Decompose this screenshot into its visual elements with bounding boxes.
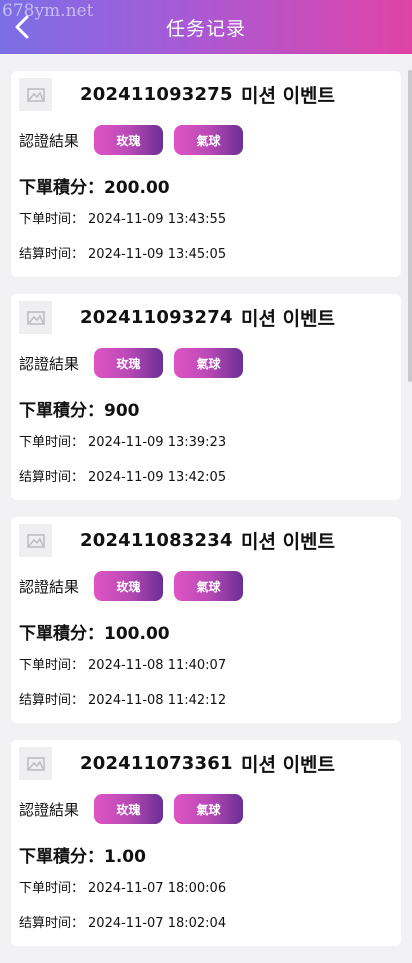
settle-time-line: 结算时间： 2024-11-09 13:45:05 xyxy=(19,243,226,262)
image-placeholder-icon xyxy=(19,78,52,111)
order-id: 202411093274 xyxy=(80,307,233,328)
points-value: 100.00 xyxy=(104,624,170,644)
colon: ： xyxy=(71,881,85,896)
order-time-label: 下单时间 xyxy=(19,658,72,673)
colon: ： xyxy=(71,693,85,708)
points-value: 900 xyxy=(104,401,140,421)
tag-balloon[interactable]: 氣球 xyxy=(174,348,243,378)
order-time-label: 下单时间 xyxy=(19,212,72,227)
image-placeholder-icon xyxy=(19,301,52,334)
points-value: 1.00 xyxy=(104,847,146,867)
colon: ： xyxy=(71,212,85,227)
points-line: 下單積分：100.00 xyxy=(19,619,170,644)
tag-balloon[interactable]: 氣球 xyxy=(174,794,243,824)
settle-time-label: 结算时间 xyxy=(19,916,72,931)
verify-label: 認證結果 xyxy=(19,801,80,819)
colon: ： xyxy=(71,435,85,450)
points-label: 下單積分 xyxy=(19,847,87,867)
settle-time-label: 结算时间 xyxy=(19,470,72,485)
broken-image-icon xyxy=(26,756,45,771)
tag-balloon[interactable]: 氣球 xyxy=(174,125,243,155)
points-line: 下單積分：1.00 xyxy=(19,842,146,867)
tag-rose[interactable]: 玫瑰 xyxy=(94,125,163,155)
image-placeholder-icon xyxy=(19,747,52,780)
record-card[interactable]: 202411083234 미션 이벤트 認證結果 玫瑰 氣球 下單積分：100.… xyxy=(11,517,401,723)
colon: ： xyxy=(87,178,104,198)
verify-label: 認證結果 xyxy=(19,578,80,596)
settle-time-label: 结算时间 xyxy=(19,693,72,708)
order-id: 202411073361 xyxy=(80,753,233,774)
order-time-value: 2024-11-09 13:43:55 xyxy=(88,212,227,227)
record-card[interactable]: 202411093274 미션 이벤트 認證結果 玫瑰 氣球 下單積分：900 … xyxy=(11,294,401,500)
verify-label: 認證結果 xyxy=(19,132,80,150)
order-time-line: 下单时间： 2024-11-09 13:39:23 xyxy=(19,431,226,450)
colon: ： xyxy=(71,916,85,931)
tag-balloon[interactable]: 氣球 xyxy=(174,571,243,601)
record-list: 202411093275 미션 이벤트 認證結果 玫瑰 氣球 下單積分：200.… xyxy=(11,71,401,963)
event-name: 미션 이벤트 xyxy=(241,531,336,553)
colon: ： xyxy=(87,847,104,867)
settle-time-value: 2024-11-07 18:02:04 xyxy=(88,916,227,931)
settle-time-value: 2024-11-08 11:42:12 xyxy=(88,693,227,708)
points-label: 下單積分 xyxy=(19,624,87,644)
event-name: 미션 이벤트 xyxy=(241,85,336,107)
colon: ： xyxy=(71,470,85,485)
settle-time-value: 2024-11-09 13:45:05 xyxy=(88,247,227,262)
order-time-label: 下单时间 xyxy=(19,435,72,450)
colon: ： xyxy=(87,624,104,644)
order-time-value: 2024-11-07 18:00:06 xyxy=(88,881,227,896)
order-id: 202411093275 xyxy=(80,84,233,105)
settle-time-line: 结算时间： 2024-11-09 13:42:05 xyxy=(19,466,226,485)
colon: ： xyxy=(71,247,85,262)
scrollbar[interactable] xyxy=(408,70,412,382)
event-name: 미션 이벤트 xyxy=(241,308,336,330)
broken-image-icon xyxy=(26,533,45,548)
tag-rose[interactable]: 玫瑰 xyxy=(94,571,163,601)
record-card[interactable]: 202411093275 미션 이벤트 認證結果 玫瑰 氣球 下單積分：200.… xyxy=(11,71,401,277)
event-name: 미션 이벤트 xyxy=(241,754,336,776)
points-line: 下單積分：900 xyxy=(19,396,140,421)
order-time-line: 下单时间： 2024-11-08 11:40:07 xyxy=(19,654,226,673)
tag-rose[interactable]: 玫瑰 xyxy=(94,794,163,824)
order-time-value: 2024-11-09 13:39:23 xyxy=(88,435,227,450)
order-time-value: 2024-11-08 11:40:07 xyxy=(88,658,227,673)
settle-time-line: 结算时间： 2024-11-08 11:42:12 xyxy=(19,689,226,708)
record-card[interactable]: 202411073361 미션 이벤트 認證結果 玫瑰 氣球 下單積分：1.00… xyxy=(11,740,401,946)
order-time-label: 下单时间 xyxy=(19,881,72,896)
settle-time-value: 2024-11-09 13:42:05 xyxy=(88,470,227,485)
app-header: 678ym.net 任务记录 xyxy=(0,0,412,54)
broken-image-icon xyxy=(26,310,45,325)
order-id: 202411083234 xyxy=(80,530,233,551)
settle-time-label: 结算时间 xyxy=(19,247,72,262)
tag-rose[interactable]: 玫瑰 xyxy=(94,348,163,378)
points-label: 下單積分 xyxy=(19,178,87,198)
points-label: 下單積分 xyxy=(19,401,87,421)
colon: ： xyxy=(87,401,104,421)
page-title: 任务记录 xyxy=(165,17,246,40)
points-value: 200.00 xyxy=(104,178,170,198)
order-time-line: 下单时间： 2024-11-09 13:43:55 xyxy=(19,208,226,227)
chevron-left-icon xyxy=(15,15,29,39)
points-line: 下單積分：200.00 xyxy=(19,173,170,198)
image-placeholder-icon xyxy=(19,524,52,557)
broken-image-icon xyxy=(26,87,45,102)
colon: ： xyxy=(71,658,85,673)
verify-label: 認證結果 xyxy=(19,355,80,373)
order-time-line: 下单时间： 2024-11-07 18:00:06 xyxy=(19,877,226,896)
back-button[interactable] xyxy=(8,10,36,44)
